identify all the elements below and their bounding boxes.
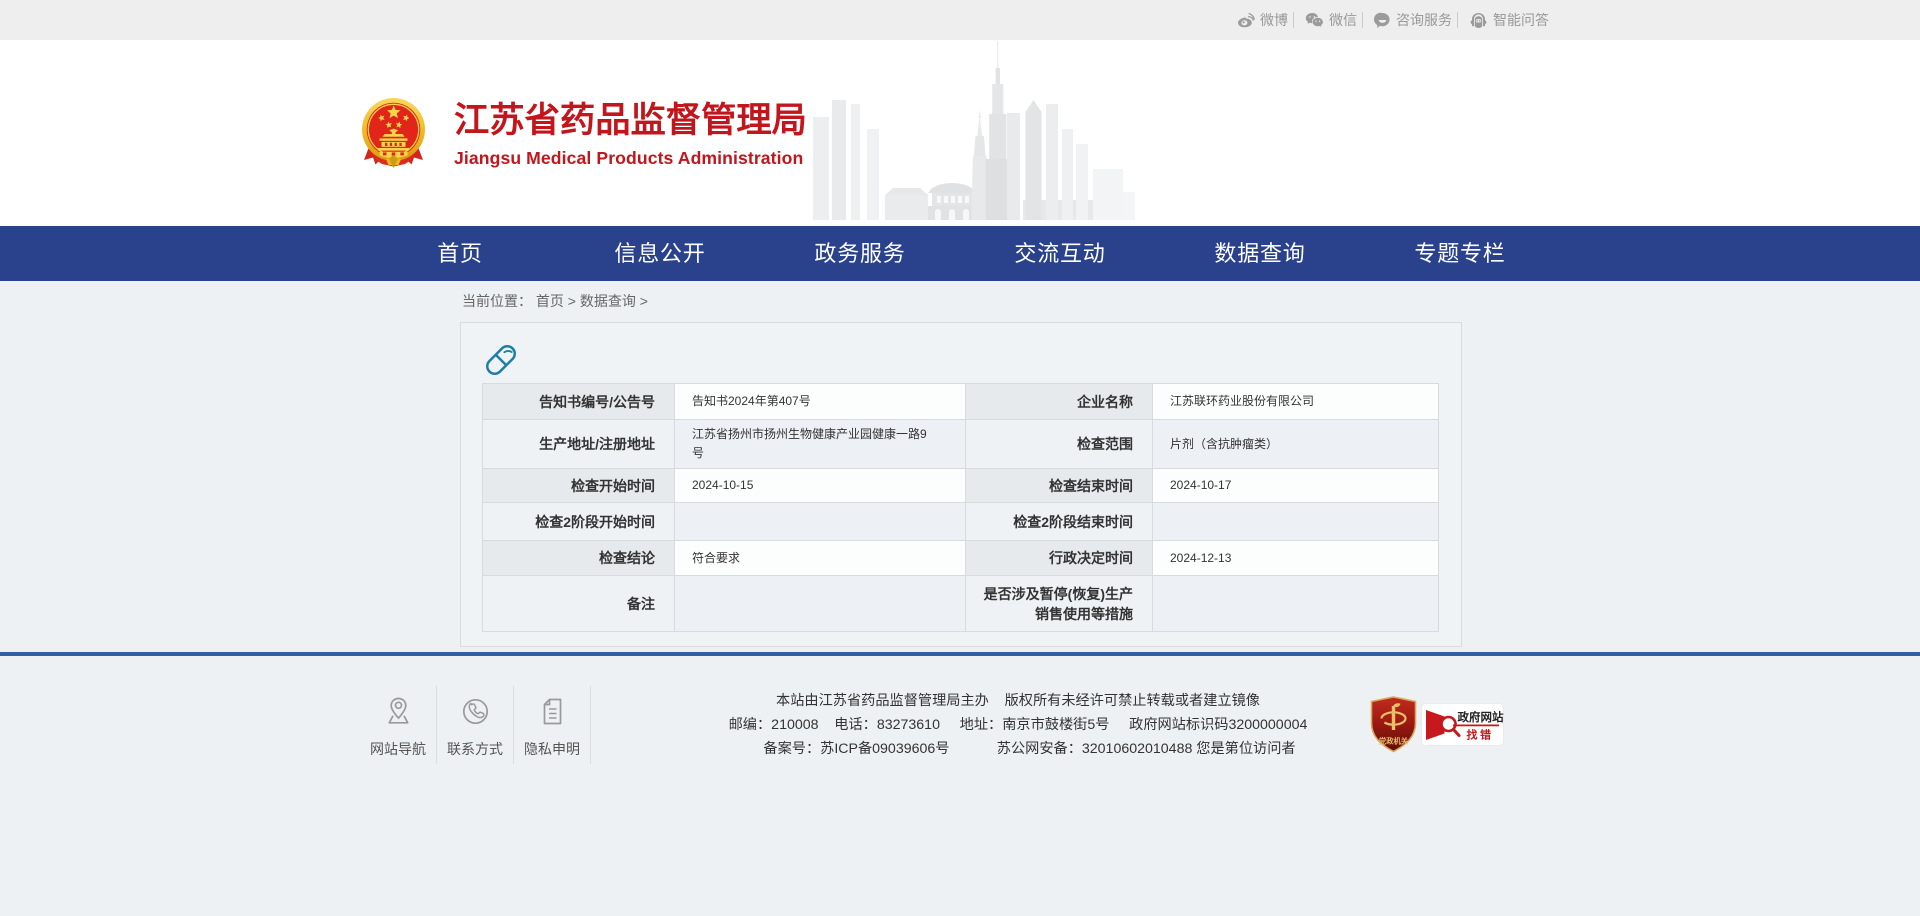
svg-text:政府网站: 政府网站: [1458, 710, 1504, 724]
svg-text:党政机关: 党政机关: [1379, 737, 1409, 746]
svg-text:找错: 找错: [1467, 728, 1494, 742]
